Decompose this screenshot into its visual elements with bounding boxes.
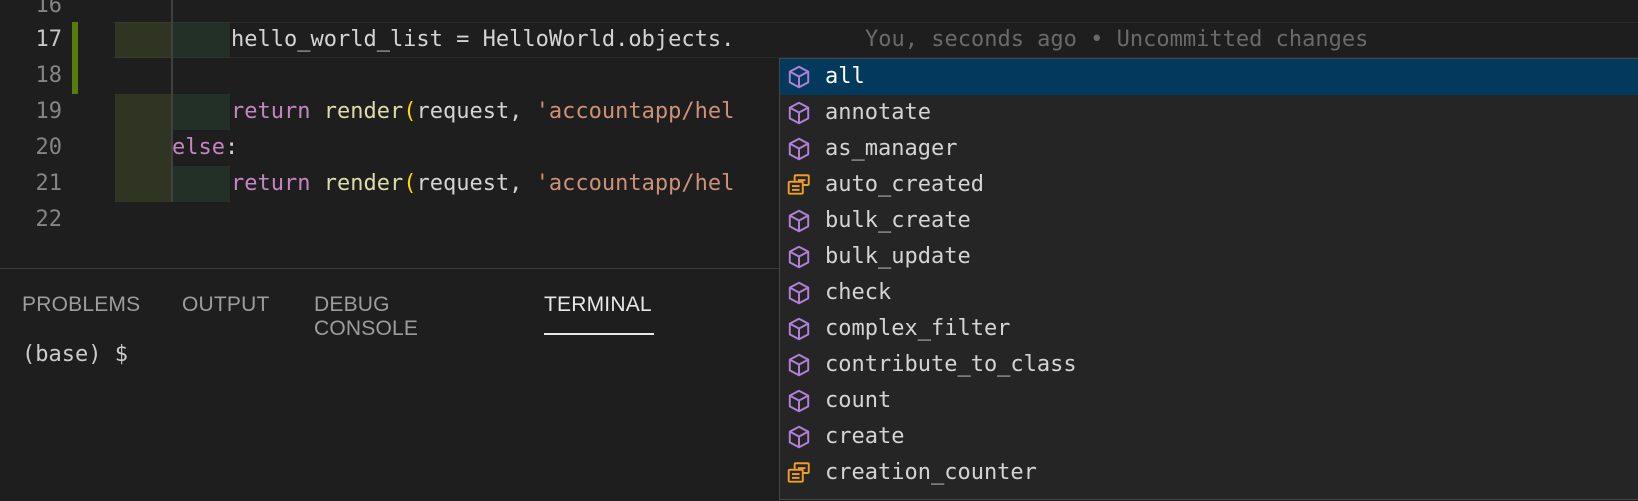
line-number: 17 [35, 27, 63, 52]
code-line-current[interactable]: 17 hello_world_list = HelloWorld.objects… [0, 22, 1638, 58]
field-icon [786, 460, 812, 486]
bracket-token: ( [403, 99, 417, 124]
method-cube-icon [786, 280, 812, 306]
suggestion-label: complex_filter [825, 316, 1011, 341]
git-blame-annotation: You, seconds ago • Uncommitted changes [865, 27, 1369, 52]
suggestion-label: bulk_update [825, 244, 971, 269]
suggestion-item[interactable]: bulk_create [780, 203, 1638, 239]
keyword-token: else [172, 135, 225, 160]
indent-highlight [115, 22, 171, 58]
string-token: 'accountapp/hel [535, 171, 735, 196]
suggestion-label: all [825, 64, 865, 89]
indent-highlight [172, 22, 230, 58]
suggestion-label: creation_counter [825, 460, 1037, 485]
method-cube-icon [786, 388, 812, 414]
line-number: 19 [35, 99, 63, 124]
suggestion-item[interactable]: count [780, 383, 1638, 419]
code-text: hello_world_list = HelloWorld.objects. [231, 27, 735, 52]
suggestion-item[interactable]: creation_counter [780, 455, 1638, 491]
suggestion-item[interactable]: auto_created [780, 167, 1638, 203]
bracket-token: ( [403, 171, 417, 196]
tab-problems[interactable]: PROBLEMS [22, 293, 140, 317]
line-number: 21 [35, 171, 63, 196]
tab-debug-console[interactable]: DEBUG CONSOLE [314, 293, 418, 341]
suggestion-label: contribute_to_class [825, 352, 1077, 377]
method-cube-icon [786, 208, 812, 234]
method-cube-icon [786, 316, 812, 342]
method-cube-icon [786, 64, 812, 90]
function-token: render [323, 171, 404, 196]
autocomplete-suggestions[interactable]: all annotate as_manager auto_created bul… [779, 58, 1638, 500]
punct-token: : [224, 135, 239, 160]
indent-highlight [172, 94, 230, 130]
field-icon [786, 172, 812, 198]
indent-highlight [115, 130, 171, 166]
keyword-token: return [231, 171, 311, 196]
suggestion-label: as_manager [825, 136, 958, 161]
args-token: request, [416, 99, 536, 124]
code-text: else: [172, 130, 238, 166]
tab-terminal[interactable]: TERMINAL [544, 293, 652, 317]
indent-highlight [115, 166, 171, 202]
active-tab-indicator [544, 333, 654, 335]
suggestion-label: count [825, 388, 892, 413]
function-token: render [323, 99, 404, 124]
line-number: 20 [35, 135, 63, 160]
git-added-indicator[interactable] [72, 22, 78, 94]
suggestion-label: create [825, 424, 905, 449]
suggestion-item[interactable]: contribute_to_class [780, 347, 1638, 383]
indent-highlight [172, 166, 230, 202]
suggestion-label: auto_created [825, 172, 984, 197]
method-cube-icon [786, 100, 812, 126]
suggestion-item[interactable]: check [780, 275, 1638, 311]
method-cube-icon [786, 352, 812, 378]
suggestion-label: check [825, 280, 892, 305]
code-line[interactable]: 16 [0, 0, 1638, 24]
suggestion-item[interactable]: bulk_update [780, 239, 1638, 275]
code-text: return render(request, 'accountapp/hel [231, 166, 734, 202]
code-text: return render(request, 'accountapp/hel [231, 94, 734, 130]
keyword-token: return [231, 99, 311, 124]
method-cube-icon [786, 424, 812, 450]
tab-output[interactable]: OUTPUT [182, 293, 270, 317]
suggestion-item[interactable]: annotate [780, 95, 1638, 131]
string-token: 'accountapp/hel [535, 99, 735, 124]
suggestion-item[interactable]: complex_filter [780, 311, 1638, 347]
suggestion-item[interactable]: all [780, 59, 1638, 95]
line-number: 22 [35, 207, 63, 232]
line-number: 16 [35, 0, 63, 18]
args-token: request, [416, 171, 536, 196]
suggestion-label: bulk_create [825, 208, 971, 233]
suggestion-item[interactable]: create [780, 419, 1638, 455]
method-cube-icon [786, 136, 812, 162]
suggestion-label: annotate [825, 100, 931, 125]
suggestion-item[interactable]: as_manager [780, 131, 1638, 167]
line-number: 18 [35, 63, 63, 88]
indent-guide [171, 0, 173, 202]
terminal-prompt[interactable]: (base) $ [22, 337, 128, 373]
indent-highlight [115, 94, 171, 130]
method-cube-icon [786, 244, 812, 270]
